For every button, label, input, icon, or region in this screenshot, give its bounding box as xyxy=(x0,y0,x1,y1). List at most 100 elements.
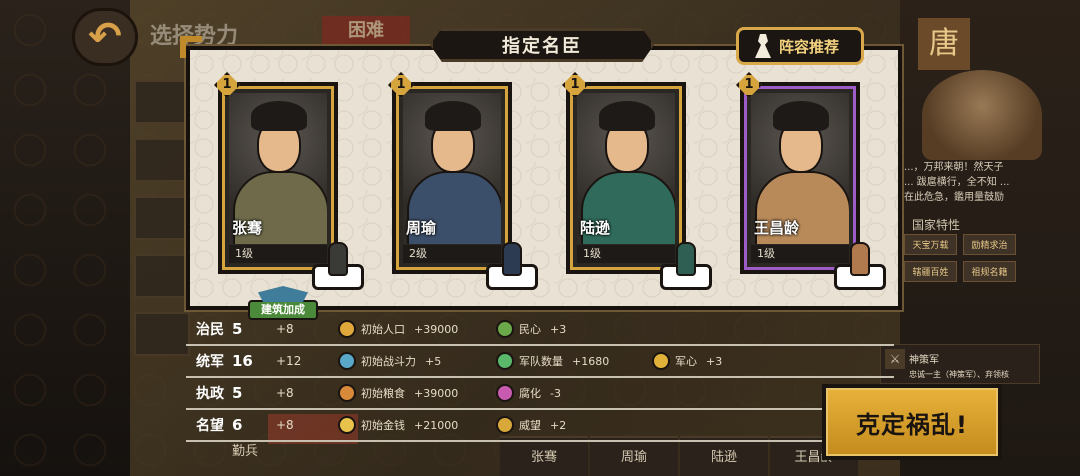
portrait-hair xyxy=(251,101,307,131)
stat-effect: 军队数量 +1680 xyxy=(496,352,609,370)
effect-name: 威望 xyxy=(519,419,541,432)
dynasty-emblem: 唐 xyxy=(918,18,970,70)
gold-icon xyxy=(338,416,356,434)
stat-value: 6 xyxy=(232,416,243,434)
chibi-body xyxy=(676,242,696,276)
corruption-icon xyxy=(496,384,514,402)
stat-effect: 初始人口 +39000 xyxy=(338,320,458,338)
minister-card[interactable]: 张骞 1级 1 xyxy=(214,72,364,290)
confirm-button-label: 克定祸乱! xyxy=(856,410,968,439)
stat-label: 名望 xyxy=(196,418,224,434)
minister-card[interactable]: 陆逊 1级 1 xyxy=(562,72,712,290)
chibi-figure xyxy=(660,242,712,290)
trait-badge[interactable]: 祖规名籍 xyxy=(963,261,1016,282)
prestige-icon xyxy=(496,416,514,434)
effect-value: +1680 xyxy=(572,354,610,368)
stat-label: 执政 xyxy=(196,386,224,402)
bottom-tab[interactable]: 张骞 xyxy=(500,436,588,476)
minister-name: 王昌龄 xyxy=(754,219,800,237)
trait-badge[interactable]: 励精求治 xyxy=(963,234,1016,255)
effect-name: 腐化 xyxy=(519,387,541,400)
effect-name: 初始战斗力 xyxy=(361,355,416,368)
minister-card[interactable]: 周瑜 2级 1 xyxy=(388,72,538,290)
recommend-lineup-label: 阵容推荐 xyxy=(779,37,840,56)
effect-name: 初始人口 xyxy=(361,323,405,336)
stat-effect: 威望 +2 xyxy=(496,416,566,434)
effect-name: 民心 xyxy=(519,323,541,336)
troops-icon xyxy=(496,352,514,370)
traits-title: 国家特性 xyxy=(912,218,961,232)
faction-slot[interactable] xyxy=(134,138,190,182)
effect-name: 军心 xyxy=(675,355,697,368)
stat-row: 名望 6 +8 初始金钱 +21000 威望 +2 xyxy=(186,410,894,442)
confirm-button[interactable]: 克定祸乱! xyxy=(822,384,1002,460)
chibi-body xyxy=(328,242,348,276)
faction-slot[interactable] xyxy=(134,196,190,240)
effect-value: +2 xyxy=(550,418,567,432)
faction-slot[interactable] xyxy=(134,312,190,356)
minister-name: 陆逊 xyxy=(580,219,611,237)
bottom-tab[interactable]: 陆逊 xyxy=(680,436,768,476)
stat-effect: 初始粮食 +39000 xyxy=(338,384,458,402)
modal-title-plate: 指定名臣 xyxy=(430,28,654,62)
stat-value: 16 xyxy=(232,352,253,370)
combat-icon xyxy=(338,352,356,370)
stat-row: 治民 5 +8 初始人口 +39000 民心 +3 xyxy=(186,314,894,346)
army-info: ⚔ 神策军 忠诚一主（神策军）、弃领核 xyxy=(880,344,1040,384)
background-small-label: 勤兵 xyxy=(232,444,259,459)
stat-effect: 初始战斗力 +5 xyxy=(338,352,441,370)
effect-value: +3 xyxy=(706,354,723,368)
effect-value: +39000 xyxy=(414,386,459,400)
bottom-tab[interactable]: 周瑜 xyxy=(590,436,678,476)
effect-value: +21000 xyxy=(414,418,459,432)
faction-list xyxy=(134,80,190,400)
stat-row: 执政 5 +8 初始粮食 +39000 腐化 -3 xyxy=(186,378,894,410)
chibi-body xyxy=(502,242,522,276)
stat-effect: 军心 +3 xyxy=(652,352,722,370)
minister-name: 张骞 xyxy=(232,219,263,237)
bottom-hero-tabs: 张骞 周瑜 陆逊 王昌龄 xyxy=(500,436,858,476)
trait-badge[interactable]: 天宝万载 xyxy=(904,234,957,255)
difficulty-badge: 困难 xyxy=(322,16,410,46)
effect-name: 初始粮食 xyxy=(361,387,405,400)
chibi-figure xyxy=(312,242,364,290)
effect-name: 军队数量 xyxy=(519,355,563,368)
stat-label: 治民 xyxy=(196,322,224,338)
chibi-figure xyxy=(486,242,538,290)
stats-table: 治民 5 +8 初始人口 +39000 民心 +3 统军 16 +12 初始战斗力 +5 军队数量 +16… xyxy=(186,314,894,442)
faction-slot[interactable] xyxy=(134,80,190,124)
trait-badge[interactable]: 辖疆百姓 xyxy=(904,261,957,282)
stat-bonus: +12 xyxy=(276,354,302,368)
minister-name: 周瑜 xyxy=(406,219,437,237)
faction-slot[interactable] xyxy=(134,254,190,298)
stat-label: 统军 xyxy=(196,354,224,370)
morale-icon xyxy=(652,352,670,370)
stat-effect: 腐化 -3 xyxy=(496,384,561,402)
chibi-figure xyxy=(834,242,886,290)
army-sub: 忠诚一主（神策军）、弃领核 xyxy=(909,370,1009,379)
effect-value: +3 xyxy=(550,322,567,336)
portrait-hair xyxy=(425,101,481,131)
minister-card[interactable]: 王昌龄 1级 1 xyxy=(736,72,886,290)
effect-value: +39000 xyxy=(414,322,459,336)
emperor-portrait xyxy=(922,70,1042,160)
stat-bonus: +8 xyxy=(276,386,294,400)
stat-row: 统军 16 +12 初始战斗力 +5 军队数量 +1680 军心 +3 xyxy=(186,346,894,378)
portrait-hair xyxy=(773,101,829,131)
stat-bonus: +8 xyxy=(276,322,294,336)
stat-value: 5 xyxy=(232,320,243,338)
effect-value: +5 xyxy=(425,354,442,368)
stat-effect: 初始金钱 +21000 xyxy=(338,416,458,434)
effect-name: 初始金钱 xyxy=(361,419,405,432)
army-name: 神策军 xyxy=(909,355,939,366)
portrait-hair xyxy=(599,101,655,131)
recommend-lineup-button[interactable]: 阵容推荐 xyxy=(736,27,864,65)
stat-effect: 民心 +3 xyxy=(496,320,566,338)
food-icon xyxy=(338,384,356,402)
chess-pawn-icon xyxy=(755,34,771,58)
stat-value: 5 xyxy=(232,384,243,402)
faction-description: ...，万邦来朝！然天子 ... 跋扈横行，全不知 ... 在此危急，鑑用量鼓励 xyxy=(904,162,1010,203)
chibi-body xyxy=(850,242,870,276)
back-arrow-icon[interactable]: ↶ xyxy=(72,8,138,66)
modal-title: 指定名臣 xyxy=(502,36,582,57)
